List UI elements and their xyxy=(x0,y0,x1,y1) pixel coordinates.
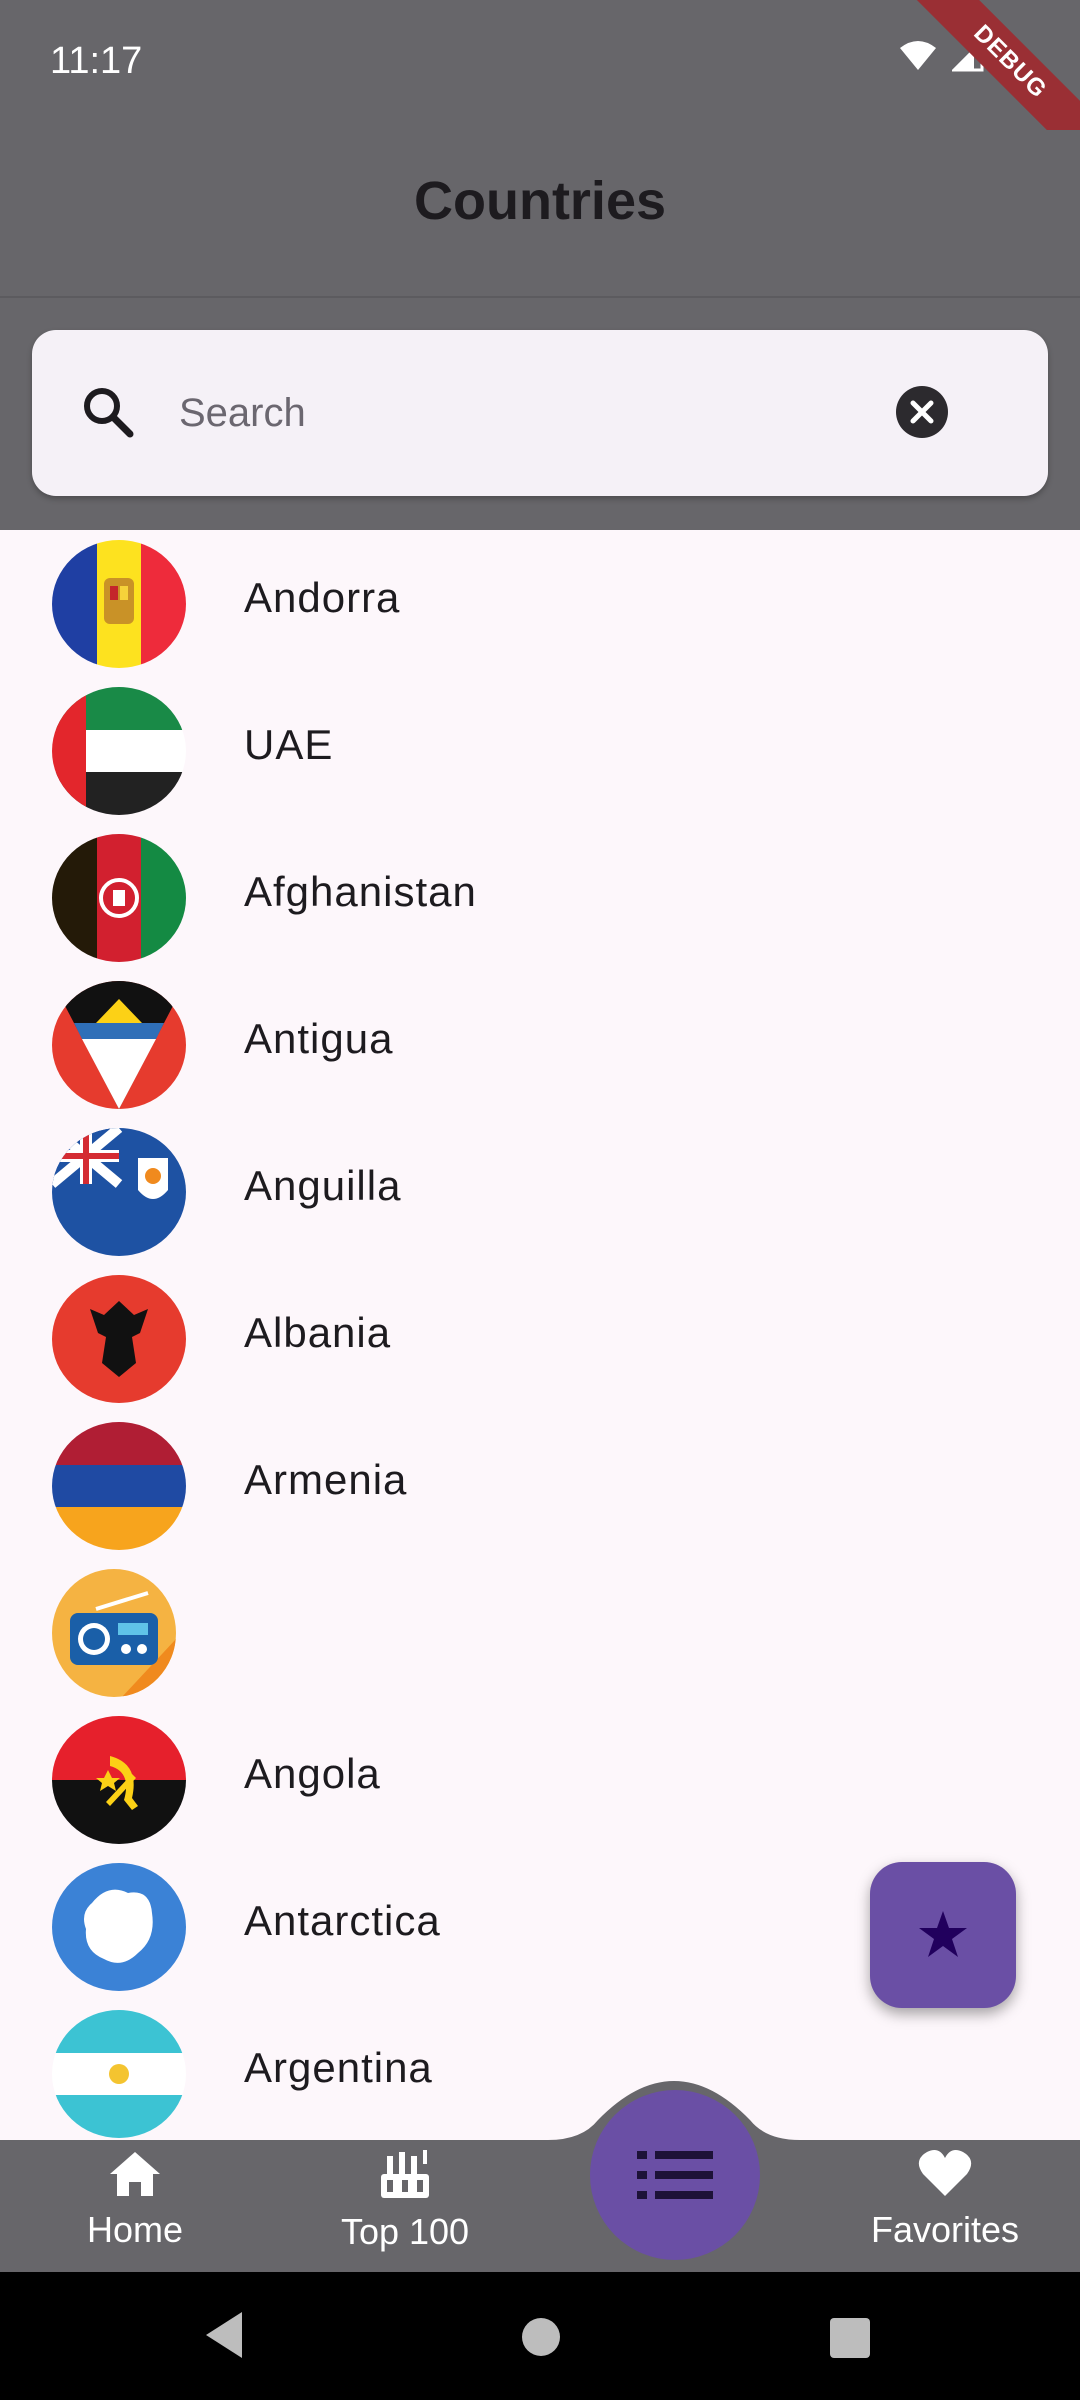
search-area xyxy=(0,298,1080,530)
anguilla-flag-icon xyxy=(52,1128,186,1256)
afghanistan-flag-icon xyxy=(52,834,186,962)
list-item[interactable]: Anguilla xyxy=(0,1118,1080,1265)
system-nav-bar xyxy=(0,2272,1080,2400)
nav-favorites[interactable]: Favorites xyxy=(835,2148,1055,2268)
star-icon xyxy=(919,1911,967,1957)
countries-list-fab-button[interactable] xyxy=(590,2090,760,2260)
list-item[interactable]: Armenia xyxy=(0,1412,1080,1559)
country-name: Antarctica xyxy=(244,1897,441,1944)
favorite-fab-button[interactable] xyxy=(870,1862,1016,2008)
country-name: Albania xyxy=(244,1309,392,1356)
status-bar: 11:17 xyxy=(0,0,1080,130)
clear-search-icon[interactable] xyxy=(894,384,950,440)
list-item[interactable]: Antigua xyxy=(0,971,1080,1118)
angola-flag-icon xyxy=(52,1716,186,1844)
search-icon xyxy=(84,388,134,438)
page-title: Countries xyxy=(413,171,667,231)
list-item[interactable]: Afghanistan xyxy=(0,824,1080,971)
search-box[interactable] xyxy=(32,330,1048,496)
antarctica-flag-icon xyxy=(52,1863,186,1991)
nav-top100[interactable]: Top 100 xyxy=(295,2148,515,2268)
list-item[interactable]: Angola xyxy=(0,1706,1080,1853)
nav-home-label: Home xyxy=(86,2209,184,2250)
list-item[interactable]: UAE xyxy=(0,677,1080,824)
list-item[interactable]: Albania xyxy=(0,1265,1080,1412)
list-item[interactable]: Argentina xyxy=(0,2000,1080,2140)
uae-flag-icon xyxy=(52,687,186,815)
list-item[interactable] xyxy=(0,1559,1080,1706)
heart-icon xyxy=(918,2150,972,2196)
radio-placeholder-icon xyxy=(52,1569,176,1697)
list-icon xyxy=(637,2151,713,2199)
back-icon[interactable] xyxy=(202,2310,246,2360)
armenia-flag-icon xyxy=(52,1422,186,1550)
country-name: Afghanistan xyxy=(244,868,477,915)
wifi-icon xyxy=(900,41,936,70)
albania-flag-icon xyxy=(52,1275,186,1403)
recent-apps-icon[interactable] xyxy=(830,2318,870,2358)
country-name: Angola xyxy=(244,1750,381,1797)
top100-icon xyxy=(381,2150,429,2198)
andorra-flag-icon xyxy=(52,540,186,668)
country-name: Armenia xyxy=(244,1456,408,1503)
nav-favorites-label: Favorites xyxy=(870,2209,1020,2250)
status-time: 11:17 xyxy=(50,40,143,82)
country-name: Anguilla xyxy=(244,1162,402,1209)
nav-home[interactable]: Home xyxy=(25,2148,245,2268)
nav-top100-label: Top 100 xyxy=(340,2211,470,2252)
country-name: UAE xyxy=(244,721,334,768)
country-name: Antigua xyxy=(244,1015,394,1062)
app-bar: Countries xyxy=(0,130,1080,298)
country-name: Andorra xyxy=(244,574,401,621)
home-icon xyxy=(110,2152,160,2196)
search-input[interactable] xyxy=(177,380,881,446)
country-name: Argentina xyxy=(244,2044,433,2091)
list-item[interactable]: Andorra xyxy=(0,530,1080,677)
argentina-flag-icon xyxy=(52,2010,186,2138)
home-circle-icon[interactable] xyxy=(522,2318,560,2356)
antigua-flag-icon xyxy=(52,981,186,1109)
